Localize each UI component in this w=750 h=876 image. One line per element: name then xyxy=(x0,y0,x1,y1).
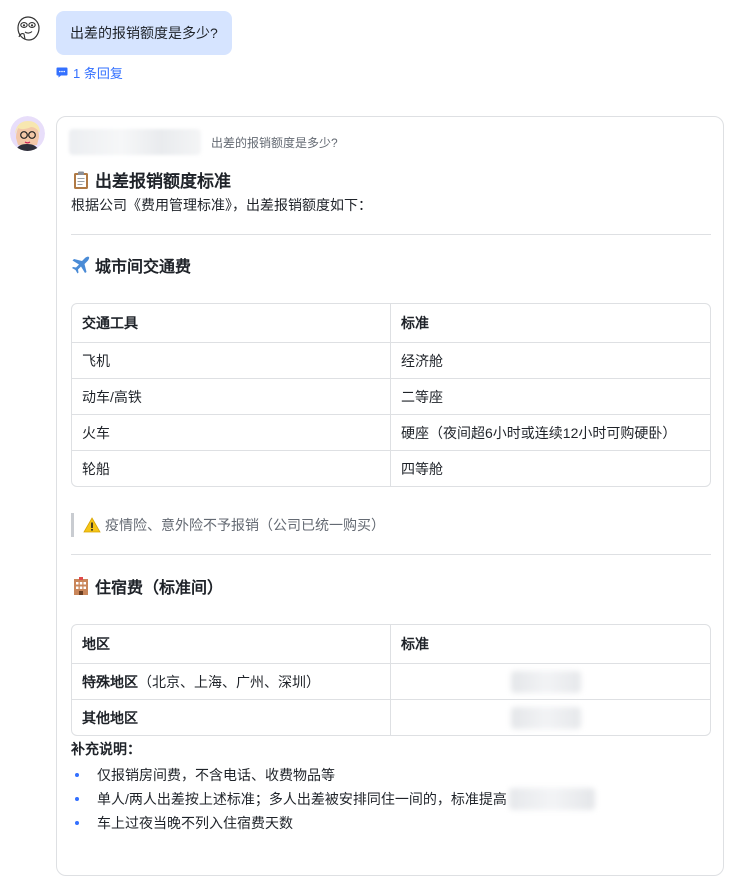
table-cell: 飞机 xyxy=(72,343,390,379)
table-cell: 硬座（夜间超6小时或连续12小时可购硬卧） xyxy=(390,415,710,451)
table-cell: 特殊地区（北京、上海、广州、深圳） xyxy=(72,664,390,700)
table-cell: 四等舱 xyxy=(390,451,710,486)
table-cell: 轮船 xyxy=(82,460,110,477)
warning-icon xyxy=(83,517,101,533)
table-row: 火车 硬座（夜间超6小时或连续12小时可购硬卧） xyxy=(72,415,710,451)
table-cell xyxy=(390,664,710,700)
list-item-text: 仅报销房间费，不含电话、收费物品等 xyxy=(97,767,335,783)
list-item: 仅报销房间费，不含电话、收费物品等 xyxy=(71,763,595,787)
table-header-cell: 交通工具 xyxy=(72,304,390,343)
table-header-row: 地区 标准 xyxy=(72,625,710,664)
table-header-cell: 标准 xyxy=(390,304,710,343)
supplement-title: 补充说明： xyxy=(71,741,141,757)
question-text: 出差的报销额度是多少? xyxy=(70,25,218,41)
bullet xyxy=(75,797,79,801)
lodging-heading-text: 住宿费（标准间） xyxy=(95,580,224,597)
lodging-heading: 住宿费（标准间） xyxy=(71,574,223,598)
transport-heading: 城市间交通费 xyxy=(71,253,191,277)
table-row: 飞机 经济舱 xyxy=(72,343,710,379)
answer-title: 出差报销额度标准 xyxy=(71,167,231,192)
table-cell: 火车 xyxy=(72,415,390,451)
table-header-cell: 标准 xyxy=(390,625,710,664)
region-name: 其他地区 xyxy=(82,709,138,726)
table-cell: 二等座 xyxy=(390,379,710,415)
supplement-list: 仅报销房间费，不含电话、收费物品等 单人/两人出差按上述标准；多人出差被安排同住… xyxy=(71,763,595,835)
list-item-text: 单人/两人出差按上述标准；多人出差被安排同住一间的，标准提高 xyxy=(97,791,507,807)
doodle-face-icon xyxy=(17,16,40,41)
comment-icon xyxy=(56,67,68,78)
table-header-row: 交通工具 标准 xyxy=(72,304,710,343)
redacted-amount xyxy=(511,706,581,729)
lodging-table: 地区 标准 特殊地区（北京、上海、广州、深圳） 其他地区 xyxy=(71,624,711,736)
list-item-text: 车上过夜当晚不列入住宿费天数 xyxy=(97,815,293,831)
answer-intro: 根据公司《费用管理标准》，出差报销额度如下： xyxy=(71,197,372,213)
redacted-amount xyxy=(511,670,581,693)
hotel-icon xyxy=(74,577,88,595)
region-cities: （北京、上海、广州、深圳） xyxy=(138,673,320,690)
transport-note-text: 疫情险、意外险不予报销（公司已统一购买） xyxy=(105,517,385,533)
clipboard-icon xyxy=(74,171,88,189)
redacted-sender-name xyxy=(69,129,201,155)
divider xyxy=(71,234,711,235)
answer-card: 出差的报销额度是多少? 出差报销额度标准 根据公司《费用管理标准》，出差报销额度… xyxy=(56,116,724,876)
table-cell xyxy=(390,700,710,735)
table-row: 其他地区 xyxy=(72,700,710,735)
airplane-icon xyxy=(72,256,90,274)
reply-count-label[interactable]: 1 条回复 xyxy=(73,63,123,82)
table-row: 轮船 四等舱 xyxy=(72,451,710,486)
divider xyxy=(71,554,711,555)
question-bubble: 出差的报销额度是多少? xyxy=(56,11,232,55)
list-item: 单人/两人出差按上述标准；多人出差被安排同住一间的，标准提高 xyxy=(71,787,595,811)
table-row: 动车/高铁 二等座 xyxy=(72,379,710,415)
bullet xyxy=(75,821,79,825)
table-cell: 动车/高铁 xyxy=(72,379,390,415)
bullet xyxy=(75,773,79,777)
table-header-cell: 地区 xyxy=(72,625,390,664)
quoted-message[interactable]: 出差的报销额度是多少? xyxy=(69,127,338,157)
transport-note: 疫情险、意外险不予报销（公司已统一购买） xyxy=(71,513,385,537)
transport-heading-text: 城市间交通费 xyxy=(95,259,192,276)
table-cell: 经济舱 xyxy=(390,343,710,379)
assistant-avatar[interactable] xyxy=(10,116,45,151)
quoted-question: 出差的报销额度是多少? xyxy=(211,135,338,150)
table-cell: 其他地区 xyxy=(72,700,390,735)
answer-title-text: 出差报销额度标准 xyxy=(95,172,231,191)
reply-count-link[interactable]: 1 条回复 xyxy=(56,63,123,82)
list-item: 车上过夜当晚不列入住宿费天数 xyxy=(71,811,595,835)
region-name: 特殊地区 xyxy=(82,673,138,690)
table-row: 特殊地区（北京、上海、广州、深圳） xyxy=(72,664,710,700)
transport-table: 交通工具 标准 飞机 经济舱 动车/高铁 二等座 火车 硬座（夜间超6小时或连续… xyxy=(71,303,711,487)
redacted-amount xyxy=(508,788,595,810)
user-avatar[interactable] xyxy=(13,13,43,43)
